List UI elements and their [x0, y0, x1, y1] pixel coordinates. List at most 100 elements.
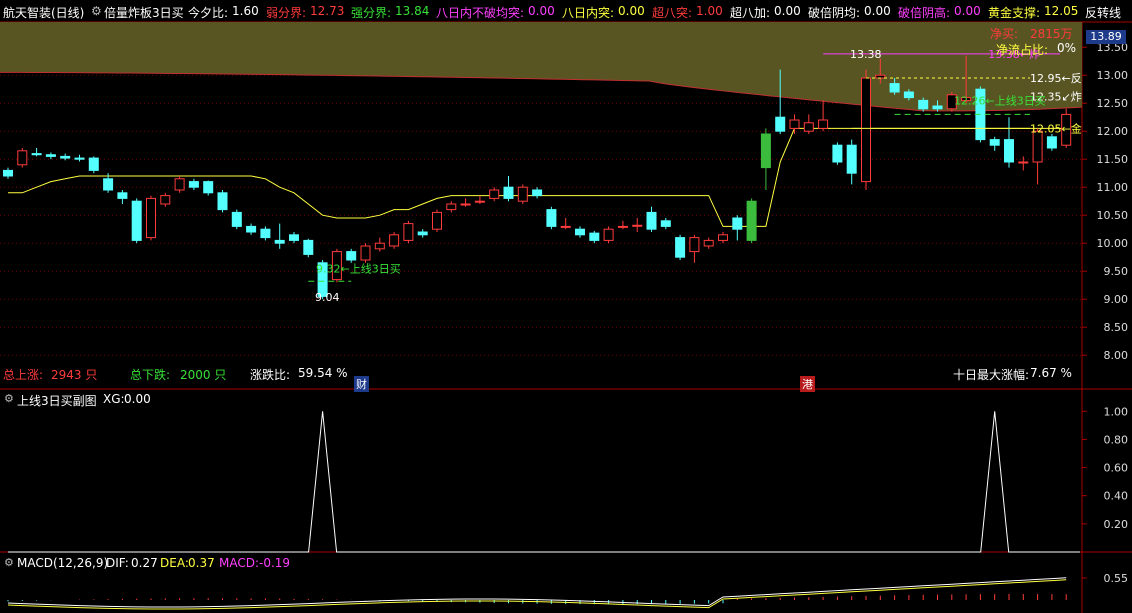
- candle-body: [489, 189, 500, 199]
- y-tick-label: 8.50: [1104, 321, 1129, 334]
- y-tick-label: 9.00: [1104, 293, 1129, 306]
- dif-value: 0.27: [131, 556, 158, 570]
- y-tick-label: 9.50: [1104, 265, 1129, 278]
- hk-marker[interactable]: 港: [800, 376, 815, 392]
- ratio-label: 涨跌比:: [250, 368, 291, 382]
- current-price-box: 13.89: [1086, 30, 1126, 44]
- candle-body: [303, 239, 314, 255]
- candle-body: [546, 209, 557, 227]
- macd-settings-icon[interactable]: ⚙: [4, 556, 14, 569]
- support-line: [8, 127, 1067, 227]
- candle-body: [474, 200, 485, 203]
- dea-label: DEA:: [160, 556, 189, 570]
- y-tick-label: 11.00: [1097, 181, 1129, 194]
- candle-body: [832, 144, 843, 163]
- ten-day-label: 十日最大涨幅:: [953, 368, 1030, 382]
- net-flow-value: 0%: [1057, 41, 1077, 55]
- candle-body: [117, 192, 128, 199]
- y-tick-label: 10.50: [1097, 209, 1129, 222]
- candle-body: [374, 242, 385, 250]
- candle-body: [432, 211, 442, 230]
- candle-body: [660, 220, 671, 227]
- candle-body: [789, 119, 800, 129]
- candle-body: [17, 150, 28, 166]
- candle-body: [246, 225, 257, 233]
- candle-body: [160, 195, 171, 205]
- y-tick-label: 10.00: [1097, 237, 1129, 250]
- sub-panel-title[interactable]: 上线3日买副图: [17, 392, 97, 409]
- xg-label: XG:: [103, 392, 125, 406]
- sub-y-tick-label: 0.60: [1104, 462, 1129, 475]
- candle-body: [203, 181, 214, 194]
- candle-body: [560, 225, 571, 228]
- net-buy-label: 净买:: [990, 27, 1019, 41]
- candle-body: [274, 239, 285, 244]
- olive-band: [0, 22, 1082, 111]
- candle-body: [903, 91, 914, 99]
- candle-body: [746, 200, 757, 241]
- candle-body: [775, 116, 786, 132]
- candle-body: [732, 217, 743, 230]
- sub-y-tick-label: 0.80: [1104, 433, 1129, 446]
- candle-body: [31, 153, 42, 156]
- price-annotation: 13.38: [850, 48, 882, 61]
- candle-body: [603, 228, 614, 241]
- y-tick-label: 12.50: [1097, 97, 1129, 110]
- candle-body: [1004, 139, 1014, 163]
- candle-body: [861, 77, 871, 183]
- candle-body: [131, 200, 142, 241]
- candle-body: [389, 234, 400, 247]
- y-tick-label: 12.00: [1097, 125, 1129, 138]
- sub-y-tick-label: 0.20: [1104, 518, 1129, 531]
- macd-value: -0.19: [259, 556, 291, 570]
- candle-body: [932, 105, 943, 110]
- candle-body: [360, 245, 371, 261]
- candle-body: [174, 178, 185, 191]
- candle-body: [989, 139, 1000, 146]
- price-annotation: 9.32←上线3日买: [316, 261, 401, 275]
- dea-value: 0.37: [188, 556, 215, 570]
- candle-body: [188, 181, 199, 188]
- candle-body: [818, 119, 829, 129]
- candle-body: [1018, 161, 1029, 164]
- candle-body: [231, 211, 242, 227]
- macd-label: MACD:: [219, 556, 260, 570]
- candle-body: [617, 225, 628, 228]
- candle-body: [918, 99, 929, 110]
- price-annotation: 9.04: [315, 291, 340, 304]
- candle-body: [346, 251, 357, 261]
- sub-y-tick-label: 1.00: [1104, 405, 1129, 418]
- candle-body: [460, 203, 471, 206]
- macd-y-tick-label: 0.55: [1104, 572, 1129, 585]
- candle-body: [632, 224, 643, 227]
- candle-body: [1046, 136, 1057, 149]
- xg-value: 0.00: [124, 392, 151, 406]
- candle-body: [74, 157, 85, 160]
- net-buy-value: 2815万: [1030, 27, 1073, 41]
- candle-body: [889, 83, 900, 93]
- total-down-label: 总下跌:: [130, 368, 171, 382]
- xg-line: [8, 411, 1080, 553]
- candle-body: [403, 223, 414, 241]
- total-up-label: 总上涨:: [3, 368, 44, 382]
- candle-body: [675, 237, 686, 258]
- candle-body: [760, 133, 771, 169]
- finance-marker[interactable]: 财: [354, 376, 369, 392]
- sub-settings-icon[interactable]: ⚙: [4, 392, 14, 405]
- sub-y-tick-label: 0.40: [1104, 490, 1129, 503]
- y-tick-label: 11.50: [1097, 153, 1129, 166]
- y-tick-label: 8.00: [1104, 349, 1129, 362]
- candle-body: [289, 234, 299, 241]
- candle-body: [1032, 130, 1043, 163]
- candle-body: [718, 234, 728, 241]
- candle-body: [417, 231, 428, 236]
- price-annotation: 12.26←上线3日买: [954, 93, 1046, 107]
- candle-body: [589, 232, 600, 241]
- macd-title[interactable]: MACD(12,26,9): [17, 556, 108, 570]
- dea-line: [7, 579, 1067, 610]
- candle-body: [45, 154, 56, 157]
- candle-body: [803, 122, 814, 132]
- candle-body: [689, 237, 700, 253]
- candle-body: [3, 169, 13, 177]
- candle-body: [260, 228, 271, 239]
